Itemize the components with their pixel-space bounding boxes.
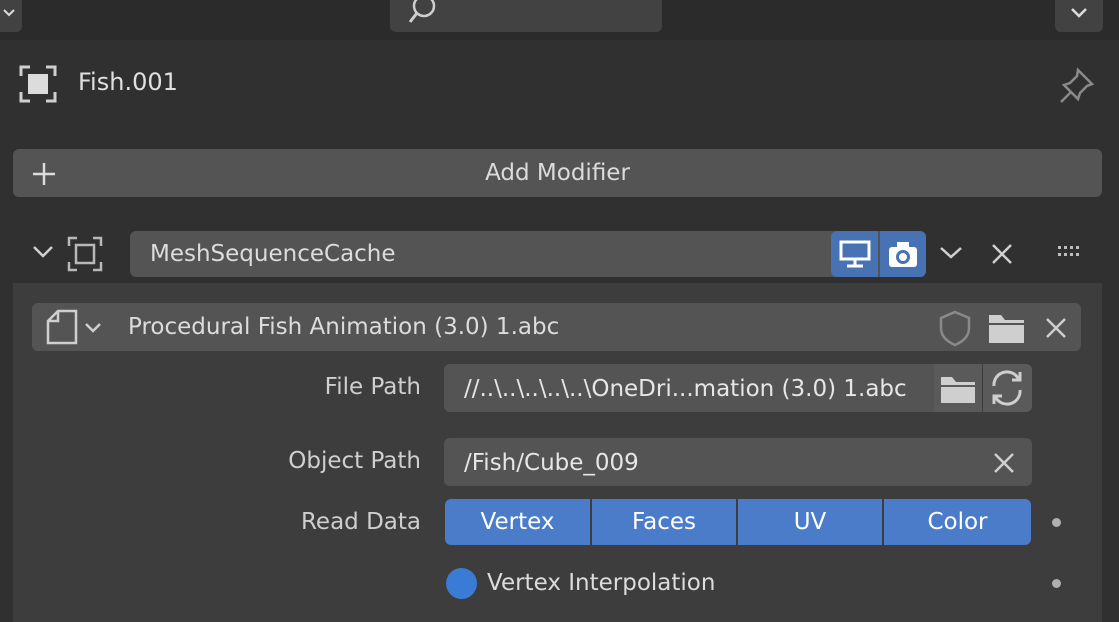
close-icon[interactable] [992,451,1016,475]
add-modifier-button[interactable]: Add Modifier [13,149,1102,197]
camera-icon [889,242,917,267]
chevron-down-icon [3,9,15,17]
folder-icon[interactable] [987,311,1027,345]
search-icon [408,0,436,23]
shield-icon[interactable] [938,309,972,347]
read-data-color-toggle[interactable]: Color [884,499,1031,545]
search-field[interactable] [390,0,662,32]
read-data-uv-toggle[interactable]: UV [738,499,882,545]
object-name: Fish.001 [78,68,178,96]
close-icon[interactable] [990,242,1014,266]
file-icon [46,309,78,345]
cache-file-selector[interactable]: Procedural Fish Animation (3.0) 1.abc [32,303,1081,351]
top-left-dropdown[interactable] [0,0,22,32]
vertex-interpolation-label: Vertex Interpolation [487,570,716,596]
show-in-viewport-toggle[interactable] [831,231,878,277]
drag-handle-icon[interactable] [1057,244,1085,260]
pin-icon[interactable] [1058,66,1098,104]
modifier-type-icon [67,236,103,272]
folder-icon [941,377,975,403]
animate-property-dot[interactable] [1052,579,1061,588]
file-path-label: File Path [324,374,421,400]
file-path-field[interactable]: //..\..\..\..\..\OneDri...mation (3.0) 1… [444,364,934,412]
read-data-label: Read Data [300,509,421,535]
browse-file-button[interactable] [934,364,982,412]
add-modifier-label: Add Modifier [485,160,630,186]
object-path-value: /Fish/Cube_009 [464,450,639,476]
show-in-render-toggle[interactable] [880,231,926,277]
vertex-interpolation-checkbox[interactable] [446,568,477,599]
chevron-down-icon [1071,8,1087,18]
file-path-value: //..\..\..\..\..\OneDri...mation (3.0) 1… [464,376,907,402]
read-data-faces-toggle[interactable]: Faces [592,499,736,545]
chevron-down-icon[interactable] [938,243,964,263]
expand-chevron-icon[interactable] [31,242,55,262]
read-data-vertex-toggle[interactable]: Vertex [445,499,590,545]
refresh-icon [992,370,1022,406]
object-path-field[interactable]: /Fish/Cube_009 [444,438,1032,486]
chevron-down-icon [85,323,101,333]
cache-file-name: Procedural Fish Animation (3.0) 1.abc [128,314,560,340]
monitor-icon [839,240,871,268]
reload-button[interactable] [983,364,1032,412]
modifier-name-field[interactable]: MeshSequenceCache [130,231,926,277]
object-data-icon [19,65,57,103]
animate-property-dot[interactable] [1052,518,1061,527]
modifier-name: MeshSequenceCache [150,241,396,267]
object-path-label: Object Path [288,448,421,474]
top-right-dropdown[interactable] [1055,0,1103,32]
close-icon[interactable] [1044,316,1068,340]
